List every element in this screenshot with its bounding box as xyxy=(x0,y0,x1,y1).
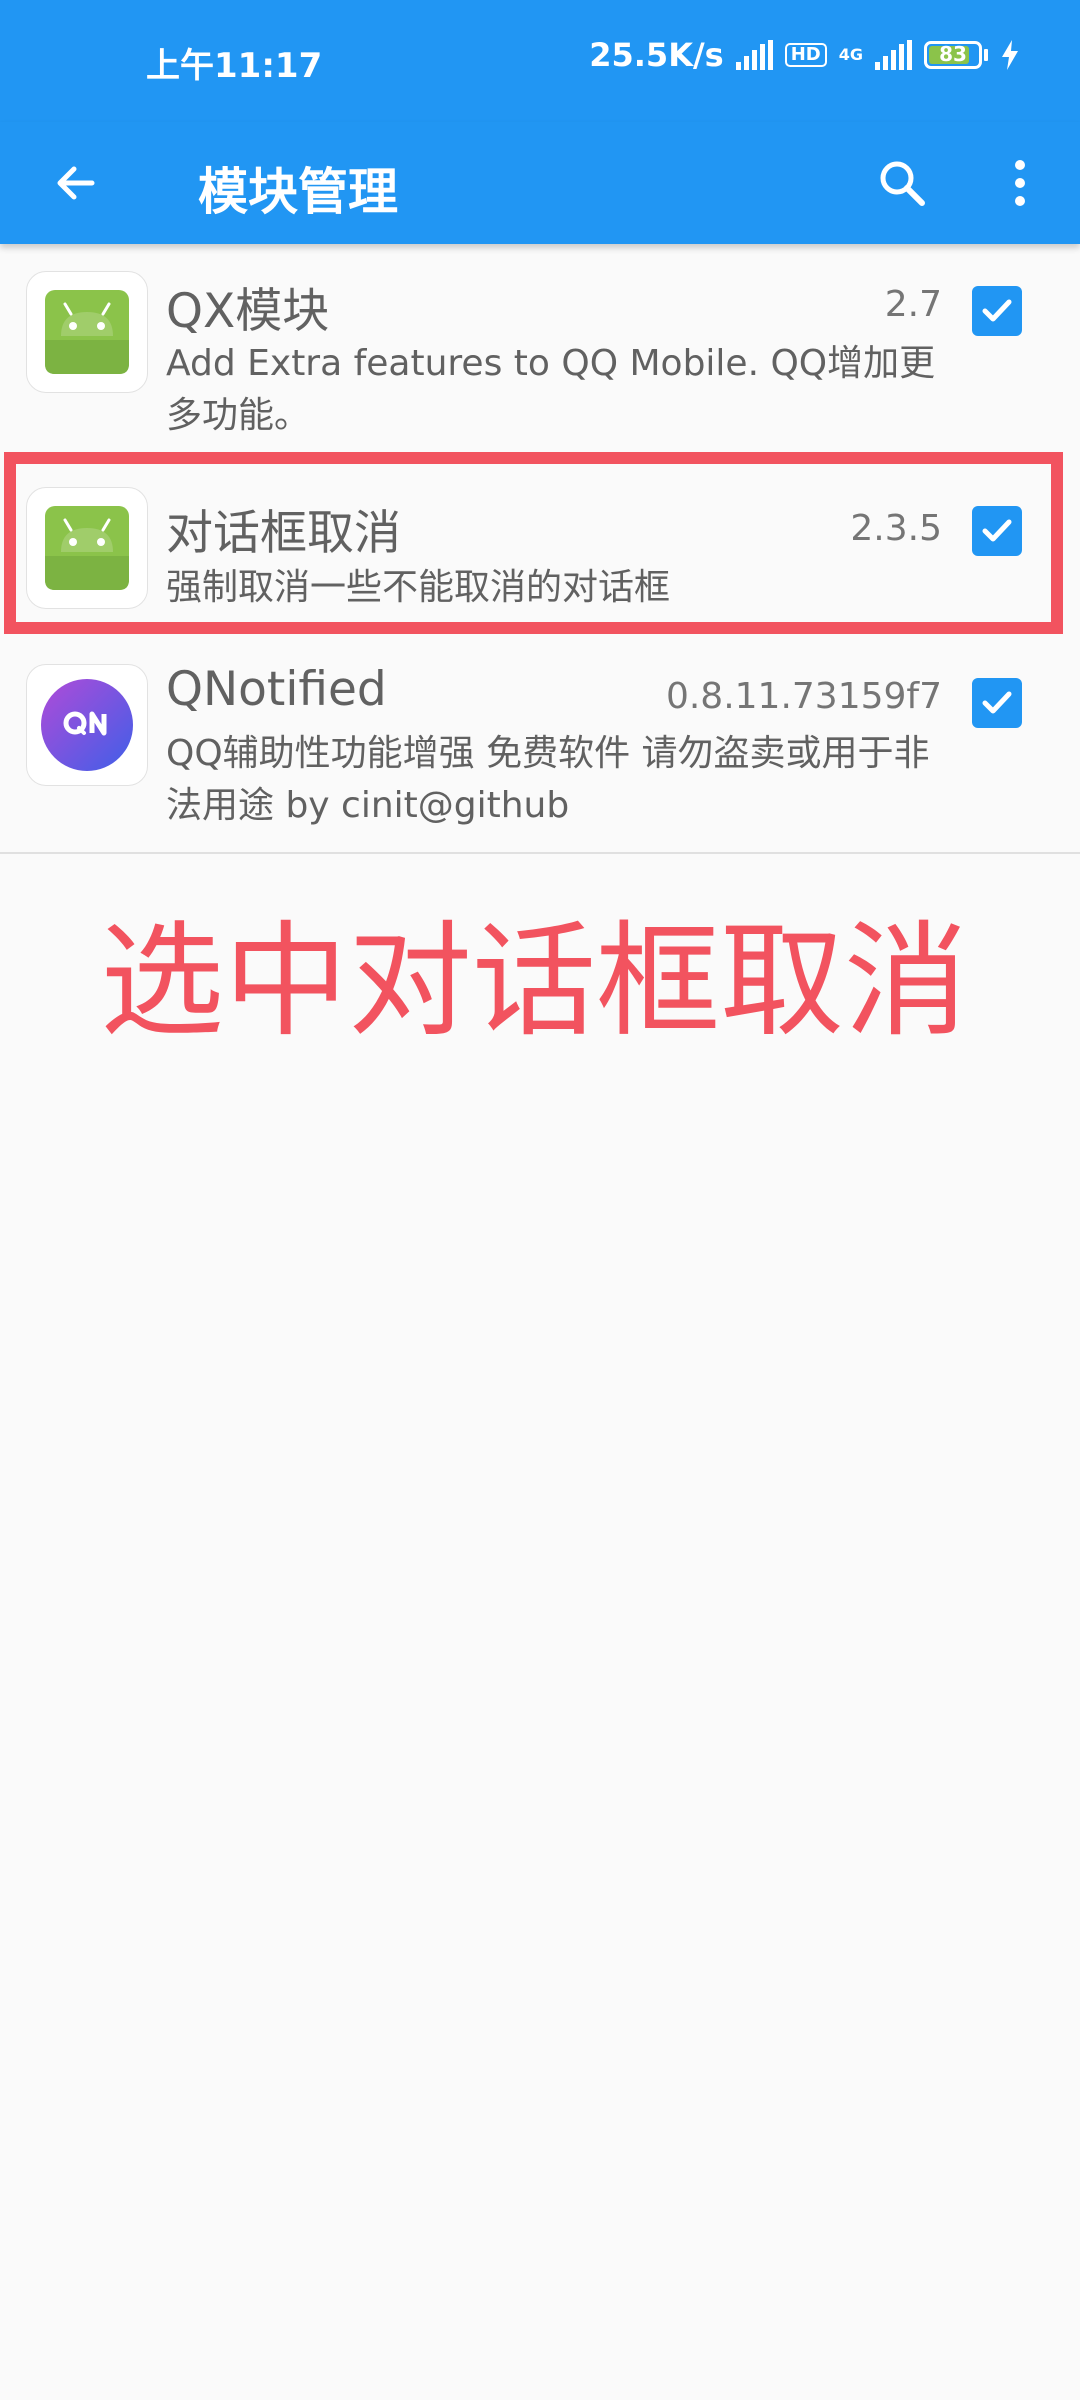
module-item-dialog-cancel[interactable]: 对话框取消 2.3.5 强制取消一些不能取消的对话框 xyxy=(0,452,1080,634)
check-icon xyxy=(982,691,1012,714)
arrow-left-icon xyxy=(57,166,95,200)
module-description: 强制取消一些不能取消的对话框 xyxy=(166,567,671,608)
module-icon xyxy=(26,271,148,393)
more-options-button[interactable] xyxy=(986,149,1054,217)
hd-icon: HD xyxy=(784,43,827,67)
status-bar: 上午11:17 25.5K/s HD 4G 83 xyxy=(0,0,1080,122)
charging-icon xyxy=(1002,40,1018,70)
module-item-qx[interactable]: QX模块 2.7 Add Extra features to QQ Mobile… xyxy=(0,244,1080,450)
qnotified-icon xyxy=(41,679,133,771)
android-icon xyxy=(45,290,129,374)
divider xyxy=(0,852,1080,854)
module-checkbox[interactable] xyxy=(972,506,1022,556)
net-type-label: 4G xyxy=(838,45,863,64)
signal-icon xyxy=(735,40,773,70)
module-icon xyxy=(26,487,148,609)
net-speed: 25.5K/s xyxy=(589,36,724,74)
check-icon xyxy=(982,519,1012,542)
check-icon xyxy=(982,299,1012,322)
module-item-qnotified[interactable]: QNotified 0.8.11.73159f7 QQ辅助性功能增强 免费软件 … xyxy=(0,636,1080,852)
module-checkbox[interactable] xyxy=(972,286,1022,336)
module-name: 对话框取消 xyxy=(166,506,401,561)
more-vertical-icon xyxy=(1015,160,1025,206)
module-checkbox[interactable] xyxy=(972,678,1022,728)
module-icon xyxy=(26,664,148,786)
page-title: 模块管理 xyxy=(198,163,398,221)
signal-4g-bars-icon xyxy=(875,40,912,70)
module-name: QNotified xyxy=(166,662,387,717)
battery-icon: 83 xyxy=(924,41,988,69)
module-description: QQ辅助性功能增强 免费软件 请勿盗卖或用于非法用途 by cinit@gith… xyxy=(166,733,930,826)
status-indicators: 25.5K/s HD 4G 83 xyxy=(589,36,1020,74)
module-version: 2.3.5 xyxy=(850,508,942,549)
module-version: 2.7 xyxy=(884,284,942,325)
android-icon xyxy=(45,506,129,590)
module-description: Add Extra features to QQ Mobile. QQ增加更多功… xyxy=(166,343,936,436)
module-name: QX模块 xyxy=(166,284,330,339)
module-version: 0.8.11.73159f7 xyxy=(665,676,942,717)
app-bar: 模块管理 xyxy=(0,122,1080,244)
signal-4g-icon: 4G xyxy=(838,45,863,64)
back-button[interactable] xyxy=(42,149,110,217)
annotation-text: 选中对话框取消 xyxy=(100,910,969,1054)
status-time: 上午11:17 xyxy=(146,46,323,86)
search-icon xyxy=(880,161,925,206)
search-button[interactable] xyxy=(868,149,936,217)
battery-level: 83 xyxy=(939,42,967,66)
